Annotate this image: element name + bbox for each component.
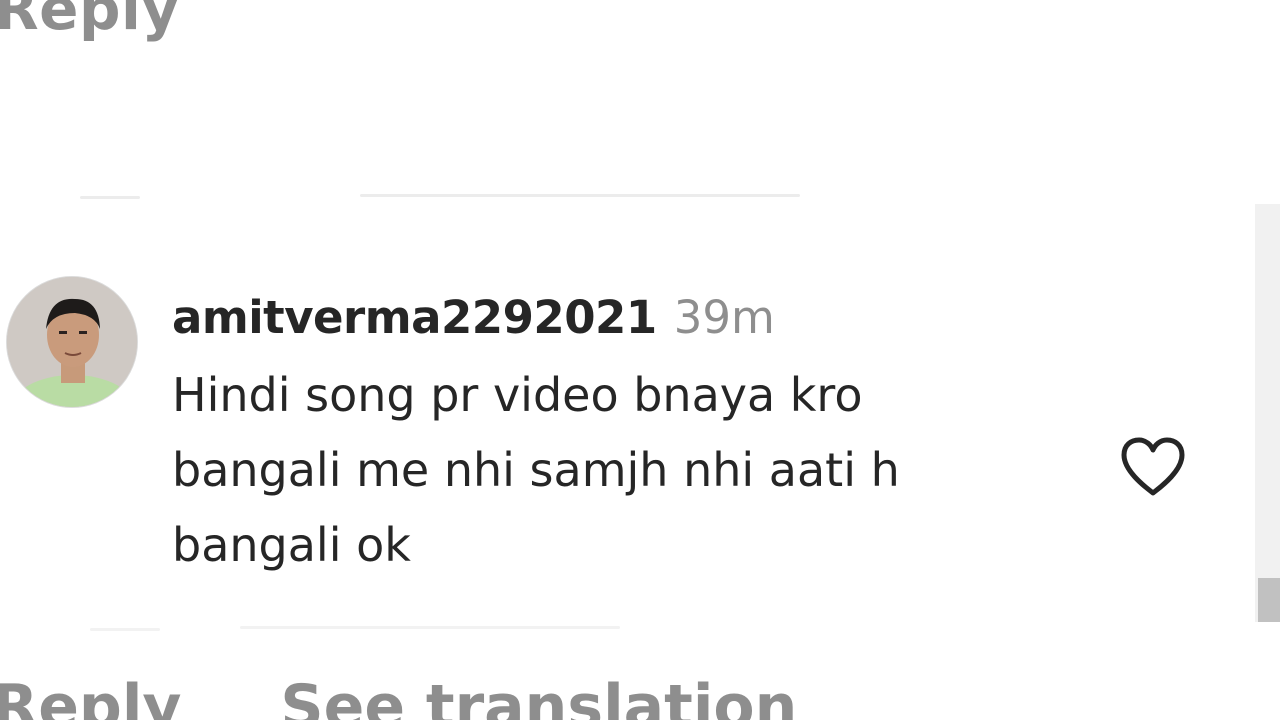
avatar[interactable] bbox=[6, 276, 138, 408]
scrollbar-thumb[interactable] bbox=[1258, 578, 1280, 622]
see-translation-button[interactable]: See translation bbox=[280, 672, 797, 720]
like-button[interactable] bbox=[1118, 435, 1188, 499]
comment-text-line: bangali me nhi samjh nhi aati h bbox=[172, 443, 900, 497]
comment-thread: Reply amitverma2292021 39m Hindi song pr… bbox=[0, 0, 1280, 720]
reply-button[interactable]: Reply bbox=[0, 672, 182, 720]
reply-button[interactable]: Reply bbox=[0, 0, 180, 44]
comment-actions: Reply See translation bbox=[0, 672, 797, 720]
faded-divider bbox=[90, 628, 160, 631]
comment-text-line: Hindi song pr video bnaya kro bbox=[172, 368, 863, 422]
comment-text-line: bangali ok bbox=[172, 518, 411, 572]
comment-text: Hindi song pr video bnaya kro bangali me… bbox=[172, 358, 1072, 583]
faded-divider bbox=[240, 626, 620, 629]
scrollbar-track[interactable] bbox=[1255, 204, 1280, 622]
username-link[interactable]: amitverma2292021 bbox=[172, 291, 657, 344]
comment-header: amitverma2292021 39m bbox=[172, 286, 775, 360]
comment-timestamp[interactable]: 39m bbox=[674, 291, 775, 344]
heart-outline-icon bbox=[1121, 437, 1185, 496]
faded-divider bbox=[360, 194, 800, 197]
faded-divider bbox=[80, 196, 140, 199]
